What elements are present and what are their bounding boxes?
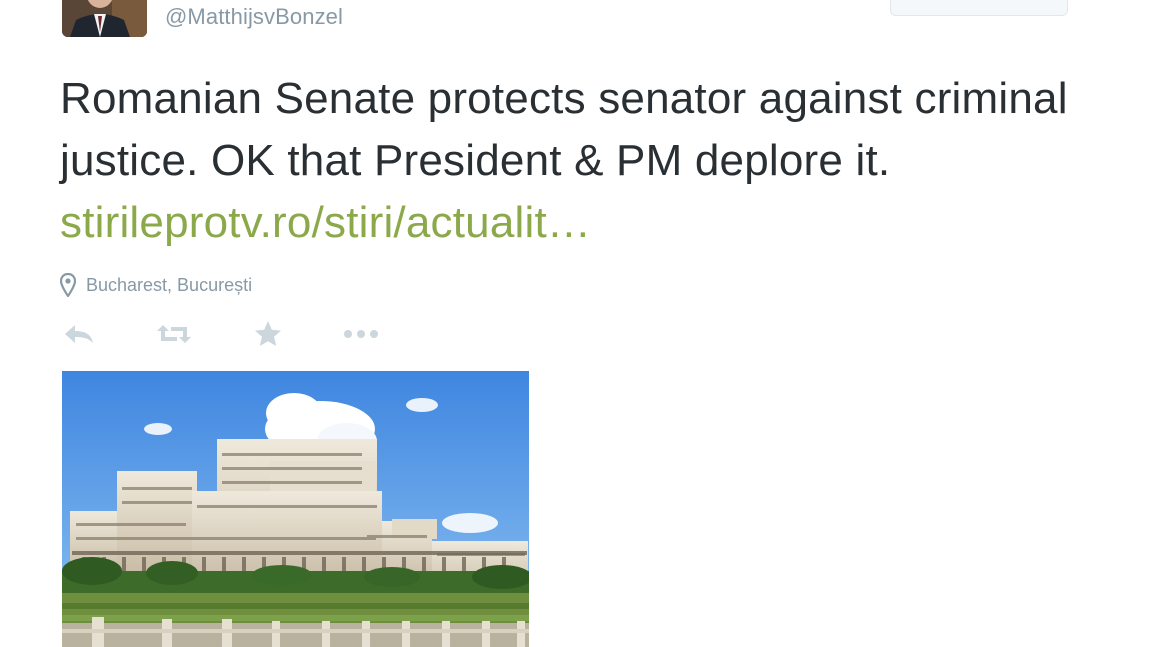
tweet-view: @MatthijsvBonzel Romanian Senate protect… — [0, 0, 1150, 647]
tweet-link[interactable]: stirileprotv.ro/stiri/actualit… — [60, 198, 591, 247]
tweet-photo[interactable] — [62, 371, 529, 647]
tweet-location[interactable]: Bucharest, București — [60, 272, 252, 298]
favorite-button[interactable] — [252, 318, 284, 350]
reply-icon — [65, 325, 93, 343]
avatar-photo — [62, 0, 147, 37]
user-handle[interactable]: @MatthijsvBonzel — [165, 4, 343, 30]
location-label: Bucharest, București — [86, 274, 253, 295]
reply-button[interactable] — [62, 318, 96, 350]
retweet-icon — [157, 325, 191, 343]
avatar[interactable] — [62, 0, 147, 37]
parliament-palace-image — [62, 371, 529, 647]
tweet-text: Romanian Senate protects senator against… — [60, 68, 1120, 254]
follow-button[interactable] — [890, 0, 1068, 16]
tweet-body: Romanian Senate protects senator against… — [60, 74, 1068, 185]
retweet-button[interactable] — [154, 318, 194, 350]
more-button[interactable] — [342, 318, 380, 350]
star-icon — [255, 321, 281, 346]
location-pin-icon — [60, 273, 76, 297]
more-icon — [344, 330, 378, 338]
